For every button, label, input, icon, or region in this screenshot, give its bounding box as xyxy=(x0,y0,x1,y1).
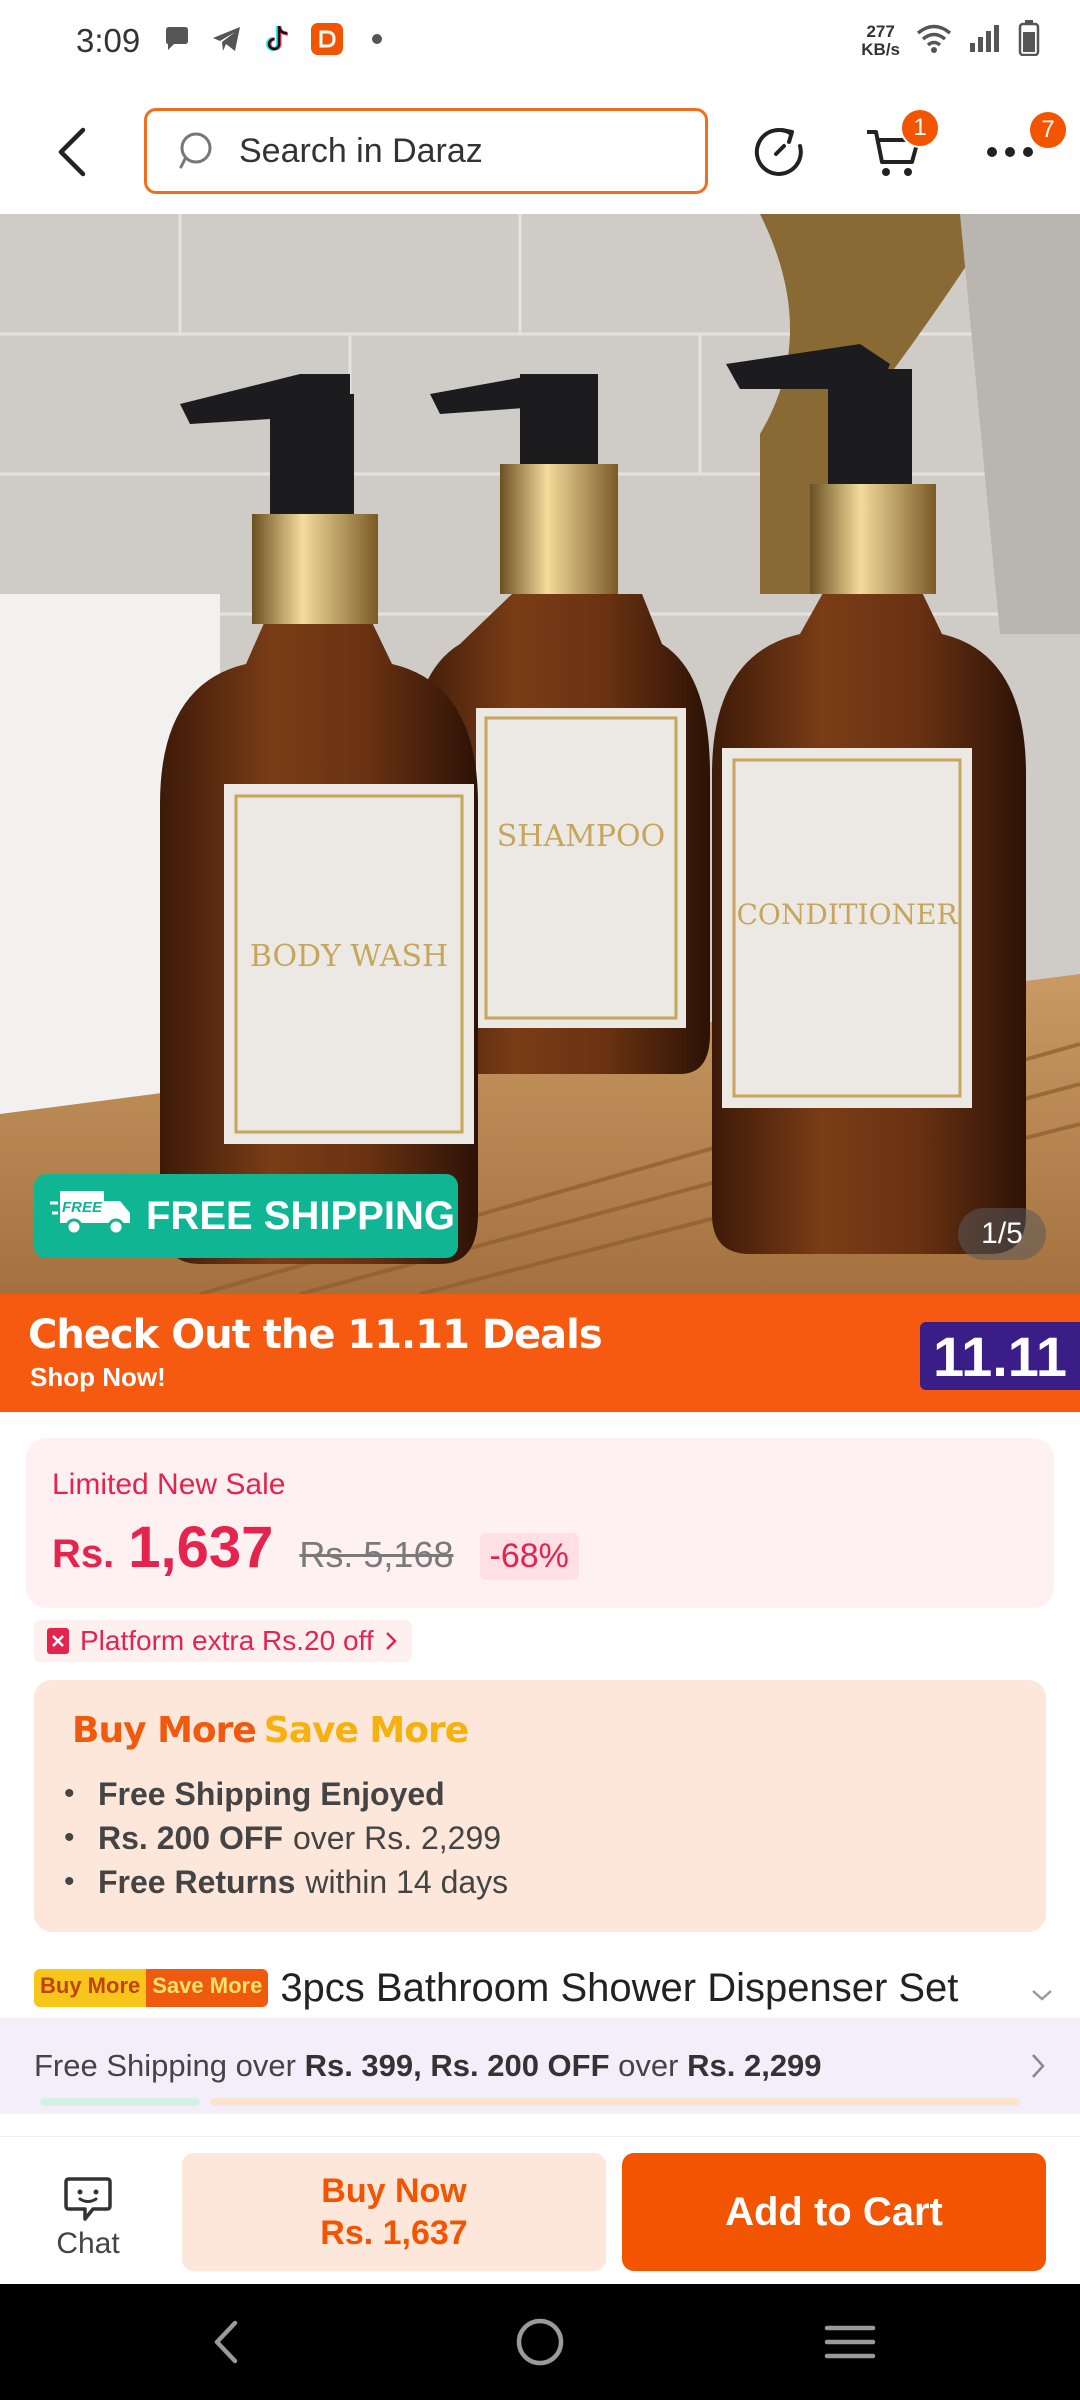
add-to-cart-button[interactable]: Add to Cart xyxy=(622,2153,1046,2271)
system-icons: 277 KB/s xyxy=(861,20,1040,61)
progress-bar-orange xyxy=(210,2098,1020,2106)
nav-back-button[interactable] xyxy=(196,2312,256,2372)
chat-icon xyxy=(64,2177,112,2221)
original-price: Rs. 5,168 xyxy=(299,1534,454,1575)
buy-now-price: Rs. 1,637 xyxy=(320,2214,468,2252)
free-shipping-badge: FREE FREE SHIPPING xyxy=(34,1174,458,1258)
more-badge: 7 xyxy=(1028,110,1068,150)
buy-now-label: Buy Now xyxy=(321,2172,467,2210)
deals-shop-now: Shop Now! xyxy=(30,1362,166,1392)
tag-save-more: Save More xyxy=(146,1969,269,2007)
more-button[interactable]: 7 xyxy=(974,110,1068,188)
delivery-truck-icon: FREE xyxy=(50,1185,134,1247)
deals-banner[interactable]: Check Out the 11.11 Deals Shop Now! 11.1… xyxy=(0,1294,1080,1412)
progress-bar-green xyxy=(40,2098,200,2106)
nav-home-button[interactable] xyxy=(510,2312,570,2372)
price-card: Limited New Sale Rs. 1,637 Rs. 5,168 -68… xyxy=(26,1438,1054,1608)
status-time: 3:09 xyxy=(76,22,141,59)
nav-recents-button[interactable] xyxy=(820,2312,880,2372)
buy-more-title: Buy More Save More xyxy=(72,1710,469,1751)
top-header: Search in Daraz 1 7 xyxy=(0,90,1080,214)
bottom-action-bar: Chat Buy Now Rs. 1,637 Add to Cart xyxy=(0,2136,1080,2284)
chat-bubble-icon xyxy=(160,22,194,56)
nav-menu-icon xyxy=(824,2325,876,2359)
price-row: Rs. 1,637 Rs. 5,168 -68% xyxy=(52,1514,579,1581)
currency: Rs. xyxy=(52,1532,115,1576)
back-arrow-icon xyxy=(58,127,86,177)
buy-now-button[interactable]: Buy Now Rs. 1,637 xyxy=(182,2153,606,2271)
chat-label: Chat xyxy=(56,2227,120,2260)
free-tag: FREE xyxy=(62,1199,103,1216)
signal-icon xyxy=(968,23,1002,58)
buy-more-list: • Free Shipping Enjoyed • Rs. 200 OFF over … xyxy=(64,1772,508,1904)
history-button[interactable] xyxy=(744,116,816,188)
voucher-icon xyxy=(47,1628,69,1654)
chevron-right-icon xyxy=(385,1632,397,1650)
current-price: 1,637 xyxy=(128,1515,274,1580)
list-item: • Free Returns within 14 days xyxy=(64,1864,509,1900)
tiktok-icon xyxy=(260,22,294,56)
system-nav-bar xyxy=(0,2284,1080,2400)
product-title-row: Buy More Save More 3pcs Bathroom Shower D… xyxy=(34,1960,1054,2016)
list-item: • Rs. 200 OFF over Rs. 2,299 xyxy=(64,1820,502,1856)
tag-buy-more: Buy More xyxy=(34,1969,147,2007)
platform-voucher-text: Platform extra Rs.20 off xyxy=(80,1625,374,1656)
buy-more-card: Buy More Save More • Free Shipping Enjoyed… xyxy=(34,1680,1046,1932)
search-placeholder: Search in Daraz xyxy=(239,131,483,170)
product-photo: SHAMPOO CONDITIONER BODY WASH xyxy=(0,214,1080,1294)
telegram-icon xyxy=(210,22,244,56)
speed-unit: KB/s xyxy=(861,39,900,59)
search-input[interactable]: Search in Daraz xyxy=(144,108,708,194)
discount-badge: -68% xyxy=(479,1533,579,1580)
shipping-offer-text: Free Shipping over Rs. 399, Rs. 200 OFF … xyxy=(34,2048,822,2083)
free-shipping-label: FREE SHIPPING xyxy=(146,1193,455,1238)
cart-badge: 1 xyxy=(900,108,940,148)
speed-value: 277 xyxy=(866,21,895,41)
buy-more-save-more-tag: Buy More Save More xyxy=(34,1969,269,2007)
platform-voucher[interactable]: Platform extra Rs.20 off xyxy=(34,1620,412,1662)
more-dots-icon xyxy=(987,147,1033,157)
dot-icon xyxy=(360,22,394,56)
status-bar: 3:09 277 KB/s xyxy=(0,0,1080,90)
label-shampoo: SHAMPOO xyxy=(497,819,665,854)
back-button[interactable] xyxy=(40,120,104,184)
nav-back-icon xyxy=(214,2320,238,2364)
list-item: • Free Shipping Enjoyed xyxy=(64,1776,445,1812)
sale-label: Limited New Sale xyxy=(52,1468,286,1501)
battery-icon xyxy=(1018,20,1040,61)
search-icon xyxy=(179,131,219,171)
save-more-text: Save More xyxy=(263,1710,469,1751)
product-title: 3pcs Bathroom Shower Dispenser Set xyxy=(280,1965,959,2010)
nav-home-icon xyxy=(516,2318,564,2366)
chevron-right-icon xyxy=(1030,2052,1046,2085)
chevron-down-icon[interactable] xyxy=(1030,1988,1054,2007)
product-image-carousel[interactable]: SHAMPOO CONDITIONER BODY WASH FREE FREE … xyxy=(0,214,1080,1294)
deals-title: Check Out the 11.11 Deals xyxy=(28,1312,603,1358)
buy-more-text: Buy More xyxy=(72,1710,257,1751)
deals-1111-badge: 11.11 xyxy=(920,1322,1080,1390)
wifi-icon xyxy=(916,23,952,58)
label-conditioner: CONDITIONER xyxy=(736,898,958,931)
image-counter: 1/5 xyxy=(958,1208,1046,1260)
history-icon xyxy=(754,127,803,176)
cart-button[interactable]: 1 xyxy=(858,108,940,188)
chat-button[interactable]: Chat xyxy=(40,2175,136,2261)
network-speed: 277 KB/s xyxy=(861,21,900,59)
label-body-wash: BODY WASH xyxy=(250,939,448,974)
daraz-icon xyxy=(310,22,344,56)
notification-icons xyxy=(160,22,394,56)
